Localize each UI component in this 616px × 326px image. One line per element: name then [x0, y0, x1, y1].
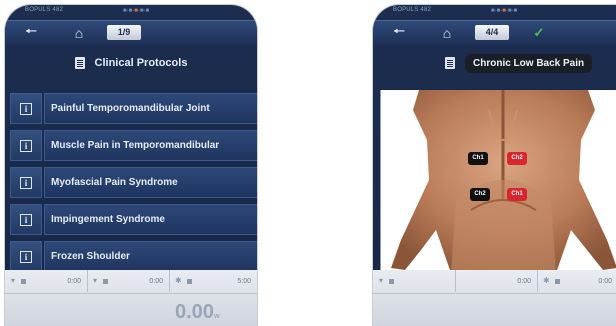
- list-item[interactable]: i Myofascial Pain Syndrome: [10, 167, 257, 198]
- timer-value: 5:00: [237, 278, 251, 285]
- back-arrow-icon[interactable]: 🠔: [13, 21, 49, 45]
- channel-2-status: ▾ 0:00: [87, 270, 170, 292]
- timer-value: 0:00: [67, 278, 81, 285]
- channel-square-icon: [389, 279, 394, 284]
- laser-icon: ✱: [175, 276, 182, 285]
- nav-bar: 🠔 ⌂ 4/4 ✓: [373, 20, 616, 45]
- nav-bar: 🠔 ⌂ 1/9: [5, 20, 257, 45]
- protocol-label[interactable]: Muscle Pain in Temporomandibular: [44, 130, 257, 161]
- channel-square-icon: [187, 279, 192, 284]
- status-footer: ▾ 0:00 ▾ 0:00 ✱ 5:00 0.00w: [5, 270, 257, 326]
- right-device-screen: BOPULS 482 ■-■-■-■-■ 🠔 ⌂ 4/4 ✓ Chronic L…: [373, 5, 616, 326]
- page-title: Chronic Low Back Pain: [465, 53, 593, 73]
- lower-back-illustration: [391, 90, 616, 273]
- power-readout: 0.00w: [175, 301, 219, 324]
- brand-label: BOPULS 482: [393, 7, 432, 13]
- electrode-icon: ▾: [379, 276, 384, 285]
- page-title: Clinical Protocols: [94, 57, 188, 69]
- channel-square-icon: [555, 279, 560, 284]
- check-icon[interactable]: ✓: [521, 21, 557, 45]
- list-item[interactable]: i Muscle Pain in Temporomandibular: [10, 130, 257, 161]
- footer-divider: [373, 293, 616, 294]
- back-arrow-icon[interactable]: 🠔: [381, 21, 417, 45]
- info-icon: i: [20, 213, 32, 226]
- laser-icon: ✱: [543, 276, 550, 285]
- screen-title-row: Chronic Low Back Pain: [373, 45, 616, 81]
- electrode-marker: Ch1: [468, 152, 488, 165]
- status-dots: ■-■-■-■-■: [123, 8, 150, 14]
- info-icon: i: [20, 102, 32, 115]
- document-icon: [74, 57, 85, 69]
- channel-square-icon: [103, 279, 108, 284]
- electrode-placement-image: Ch1 Ch2 Ch2 Ch1: [380, 90, 616, 273]
- info-icon: i: [20, 139, 32, 152]
- list-item[interactable]: i Impingement Syndrome: [10, 204, 257, 235]
- page-indicator: 1/9: [107, 25, 141, 40]
- home-icon[interactable]: ⌂: [61, 21, 97, 45]
- channel-1-status: ▾ 0:00: [5, 270, 88, 292]
- channel-square-icon: [21, 279, 26, 284]
- electrode-marker: Ch2: [470, 188, 490, 201]
- protocol-list: i Painful Temporomandibular Joint i Musc…: [10, 93, 257, 278]
- laser-status: ✱ 0:00: [537, 270, 616, 292]
- channel-2-status: 0:00: [455, 270, 538, 292]
- electrode-marker: Ch2: [507, 152, 527, 165]
- home-icon[interactable]: ⌂: [429, 21, 465, 45]
- info-icon: i: [20, 176, 32, 189]
- protocol-label[interactable]: Impingement Syndrome: [44, 204, 257, 235]
- protocol-label[interactable]: Painful Temporomandibular Joint: [44, 93, 257, 124]
- timer-value: 0:00: [598, 278, 612, 285]
- status-bar: BOPULS 482 ■-■-■-■-■: [373, 5, 616, 21]
- info-icon: i: [20, 250, 32, 263]
- status-bar: BOPULS 482 ■-■-■-■-■: [5, 5, 257, 21]
- power-value: 0.00: [175, 301, 214, 323]
- left-device-screen: BOPULS 482 ■-■-■-■-■ 🠔 ⌂ 1/9 Clinical Pr…: [5, 5, 257, 326]
- protocol-label[interactable]: Frozen Shoulder: [44, 241, 257, 272]
- status-dots: ■-■-■-■-■: [491, 8, 518, 14]
- info-button[interactable]: i: [10, 130, 42, 161]
- list-item[interactable]: i Painful Temporomandibular Joint: [10, 93, 257, 124]
- info-button[interactable]: i: [10, 241, 42, 272]
- timer-value: 0:00: [517, 278, 531, 285]
- info-button[interactable]: i: [10, 167, 42, 198]
- timer-value: 0:00: [149, 278, 163, 285]
- status-footer: ▾ 0:00 ✱ 0:00: [373, 270, 616, 326]
- page-indicator: 4/4: [475, 25, 509, 40]
- list-item[interactable]: i Frozen Shoulder: [10, 241, 257, 272]
- info-button[interactable]: i: [10, 93, 42, 124]
- electrode-marker: Ch1: [507, 188, 527, 201]
- power-unit: w: [213, 313, 220, 320]
- channel-1-status: ▾: [373, 270, 456, 292]
- info-button[interactable]: i: [10, 204, 42, 235]
- electrode-icon: ▾: [11, 276, 16, 285]
- electrode-icon: ▾: [93, 276, 98, 285]
- laser-status: ✱ 5:00: [169, 270, 257, 292]
- document-icon: [445, 57, 455, 69]
- protocol-label[interactable]: Myofascial Pain Syndrome: [44, 167, 257, 198]
- footer-divider: [5, 293, 257, 294]
- brand-label: BOPULS 482: [25, 7, 64, 13]
- screen-title-row: Clinical Protocols: [5, 45, 257, 81]
